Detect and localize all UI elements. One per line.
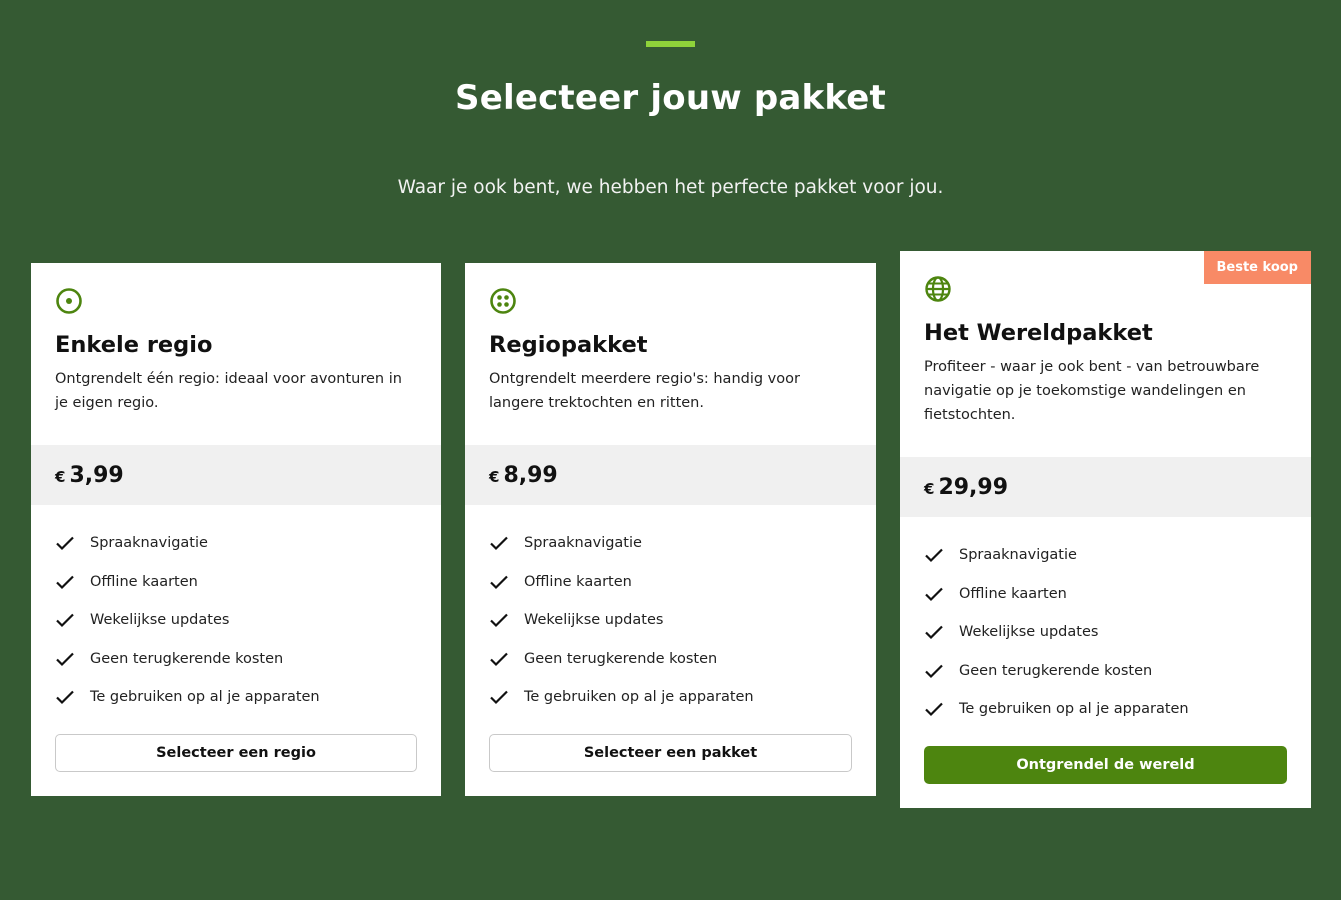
plan-card-single-region: Enkele regio Ontgrendelt één regio: idea… [31, 263, 441, 796]
feature-item: Te gebruiken op al je apparaten [55, 678, 417, 717]
plan-description: Ontgrendelt één regio: ideaal voor avont… [55, 371, 402, 411]
plan-card-world-package: Beste koop Het Wereldpakket Profiteer - … [900, 251, 1311, 808]
check-icon [925, 625, 943, 640]
check-icon [490, 690, 508, 705]
check-icon [925, 587, 943, 601]
feature-item: Te gebruiken op al je apparaten [489, 678, 852, 717]
feature-item: Te gebruiken op al je apparaten [924, 690, 1287, 729]
plan-description: Ontgrendelt meerdere regio's: handig voo… [489, 371, 800, 411]
unlock-world-button[interactable]: Ontgrendel de wereld [924, 746, 1287, 784]
feature-list: Spraaknavigatie Offline kaarten Wekelijk… [489, 524, 852, 717]
plan-description: Profiteer - waar je ook bent - van betro… [924, 359, 1260, 423]
price-amount: 29,99 [938, 474, 1009, 500]
feature-label: Spraaknavigatie [90, 535, 208, 552]
check-icon [925, 702, 943, 717]
price-band: € 29,99 [900, 457, 1311, 517]
page-title: Selecteer jouw pakket [455, 78, 886, 118]
check-icon [490, 575, 508, 589]
select-region-button[interactable]: Selecteer een regio [55, 734, 417, 772]
price-amount: 3,99 [69, 462, 124, 488]
feature-label: Offline kaarten [524, 573, 632, 590]
feature-label: Spraaknavigatie [959, 547, 1077, 564]
check-icon [56, 536, 74, 551]
feature-label: Wekelijkse updates [90, 612, 230, 629]
feature-label: Wekelijkse updates [959, 624, 1099, 641]
feature-item: Wekelijkse updates [55, 601, 417, 640]
feature-label: Te gebruiken op al je apparaten [90, 689, 320, 706]
currency-symbol: € [489, 468, 500, 486]
dots-grid-icon [490, 288, 516, 314]
feature-item: Geen terugkerende kosten [489, 640, 852, 679]
best-buy-badge: Beste koop [1203, 251, 1311, 284]
feature-item: Offline kaarten [924, 575, 1287, 614]
feature-list: Spraaknavigatie Offline kaarten Wekelijk… [55, 524, 417, 717]
feature-item: Wekelijkse updates [924, 613, 1287, 652]
check-icon [56, 652, 74, 666]
feature-item: Offline kaarten [55, 563, 417, 602]
currency-symbol: € [924, 480, 935, 498]
price-amount: 8,99 [503, 462, 558, 488]
price-band: € 3,99 [31, 445, 441, 505]
plan-name: Regiopakket [489, 332, 648, 358]
feature-label: Geen terugkerende kosten [959, 662, 1153, 679]
check-icon [490, 652, 508, 666]
check-icon [490, 613, 508, 628]
accent-bar [646, 41, 695, 47]
feature-item: Spraaknavigatie [489, 524, 852, 563]
feature-label: Geen terugkerende kosten [524, 650, 718, 667]
feature-label: Te gebruiken op al je apparaten [959, 701, 1189, 718]
feature-label: Offline kaarten [959, 585, 1067, 602]
check-icon [56, 613, 74, 628]
plan-name: Enkele regio [55, 332, 213, 358]
page-subtitle: Waar je ook bent, we hebben het perfecte… [397, 177, 944, 198]
feature-label: Spraaknavigatie [524, 535, 642, 552]
plan-card-region-package: Regiopakket Ontgrendelt meerdere regio's… [465, 263, 876, 796]
target-icon [56, 288, 82, 314]
price-band: € 8,99 [465, 445, 876, 505]
check-icon [490, 536, 508, 551]
check-icon [925, 664, 943, 678]
feature-item: Wekelijkse updates [489, 601, 852, 640]
feature-label: Geen terugkerende kosten [90, 650, 284, 667]
currency-symbol: € [55, 468, 66, 486]
feature-label: Offline kaarten [90, 573, 198, 590]
globe-icon [925, 276, 951, 302]
feature-item: Geen terugkerende kosten [55, 640, 417, 679]
feature-list: Spraaknavigatie Offline kaarten Wekelijk… [924, 536, 1287, 729]
check-icon [925, 548, 943, 563]
check-icon [56, 575, 74, 589]
feature-item: Offline kaarten [489, 563, 852, 602]
feature-item: Geen terugkerende kosten [924, 652, 1287, 691]
select-package-button[interactable]: Selecteer een pakket [489, 734, 852, 772]
feature-item: Spraaknavigatie [924, 536, 1287, 575]
feature-label: Te gebruiken op al je apparaten [524, 689, 754, 706]
check-icon [56, 690, 74, 705]
feature-label: Wekelijkse updates [524, 612, 664, 629]
feature-item: Spraaknavigatie [55, 524, 417, 563]
plan-name: Het Wereldpakket [924, 320, 1153, 346]
